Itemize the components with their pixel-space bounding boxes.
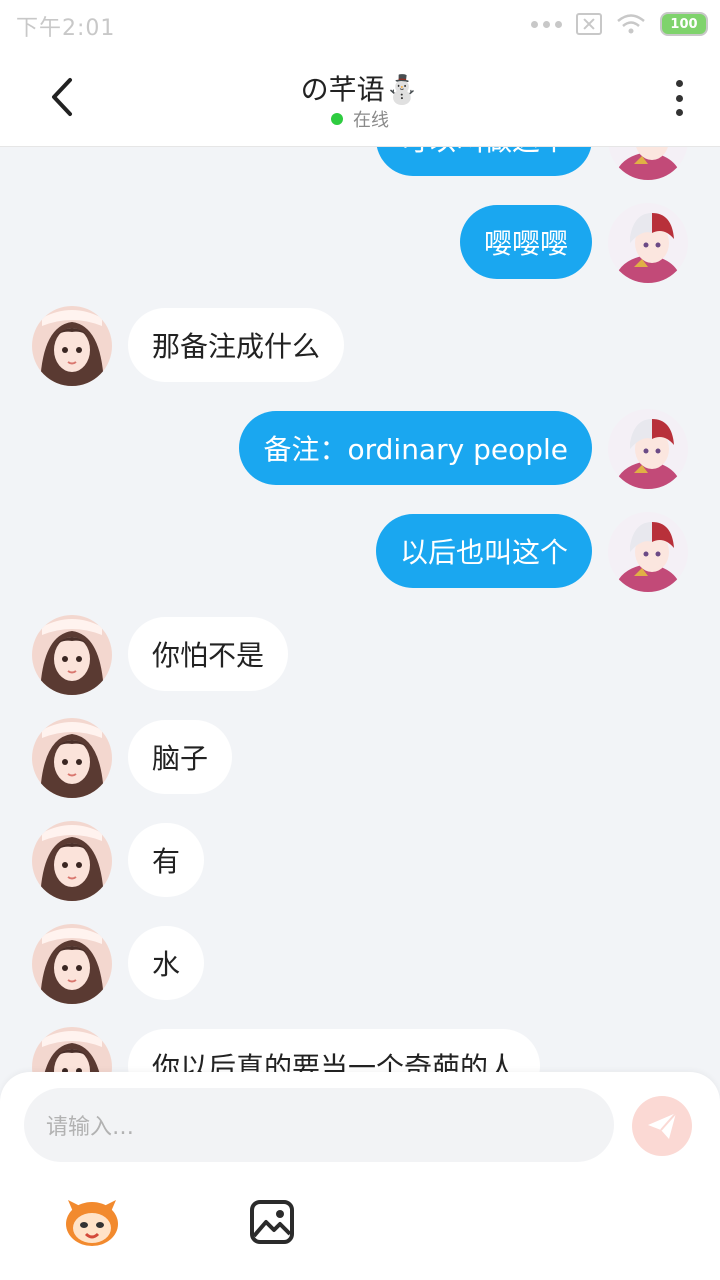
signal-dots-icon <box>531 20 562 28</box>
mascot-icon[interactable] <box>62 1192 122 1252</box>
my-avatar[interactable] <box>608 512 688 592</box>
message-bubble-outgoing[interactable]: 备注：ordinary people <box>239 411 592 485</box>
message-bubble-incoming[interactable]: 脑子 <box>128 720 233 794</box>
contact-name: の芊语⛄ <box>300 73 420 106</box>
message-bubble-outgoing[interactable]: 以后也叫这个 <box>375 514 592 588</box>
status-time: 下午2:01 <box>16 16 116 41</box>
message-row: 有 <box>0 821 720 901</box>
online-status-text: 在线 <box>353 110 389 131</box>
message-row: 那备注成什么 <box>0 306 720 386</box>
contact-avatar[interactable] <box>32 615 112 695</box>
send-button[interactable] <box>632 1096 692 1156</box>
message-bubble-incoming[interactable]: 有 <box>128 823 205 897</box>
contact-avatar-image <box>32 924 112 1004</box>
message-row: 你怕不是 <box>0 615 720 695</box>
message-bubble-incoming[interactable]: 那备注成什么 <box>128 308 345 382</box>
chat-header: の芊语⛄ 在线 <box>0 48 720 147</box>
status-bar: 下午2:01 100 <box>0 0 720 48</box>
message-row: 以后也叫这个 <box>0 512 720 592</box>
contact-avatar-image <box>32 306 112 386</box>
battery-icon: 100 <box>660 12 708 36</box>
online-dot-icon <box>331 113 343 125</box>
message-row: 水 <box>0 924 720 1004</box>
more-vertical-icon[interactable] <box>674 80 684 116</box>
message-bubble-incoming[interactable]: 你怕不是 <box>128 617 289 691</box>
message-row: 嘤嘤嘤 <box>0 203 720 283</box>
contact-avatar-image <box>32 615 112 695</box>
contact-avatar[interactable] <box>32 924 112 1004</box>
message-input[interactable]: 请输入… <box>24 1088 614 1162</box>
online-status: 在线 <box>0 106 720 132</box>
battery-level: 100 <box>670 16 698 32</box>
my-avatar[interactable] <box>608 203 688 283</box>
contact-avatar[interactable] <box>32 718 112 798</box>
send-icon <box>648 1112 677 1139</box>
message-bubble-incoming[interactable]: 水 <box>128 926 205 1000</box>
wifi-icon <box>617 14 645 34</box>
my-avatar-image <box>608 203 688 283</box>
no-sim-icon <box>576 13 602 35</box>
message-row: 备注：ordinary people <box>0 409 720 489</box>
contact-avatar-image <box>32 718 112 798</box>
contact-avatar-image <box>32 821 112 901</box>
composer: 请输入… <box>0 1072 720 1280</box>
contact-avatar[interactable] <box>32 821 112 901</box>
contact-avatar[interactable] <box>32 306 112 386</box>
my-avatar-image <box>608 512 688 592</box>
message-bubble-outgoing[interactable]: 嘤嘤嘤 <box>459 205 592 279</box>
message-row: 脑子 <box>0 718 720 798</box>
image-icon[interactable] <box>242 1192 302 1252</box>
my-avatar-image <box>608 409 688 489</box>
my-avatar[interactable] <box>608 409 688 489</box>
